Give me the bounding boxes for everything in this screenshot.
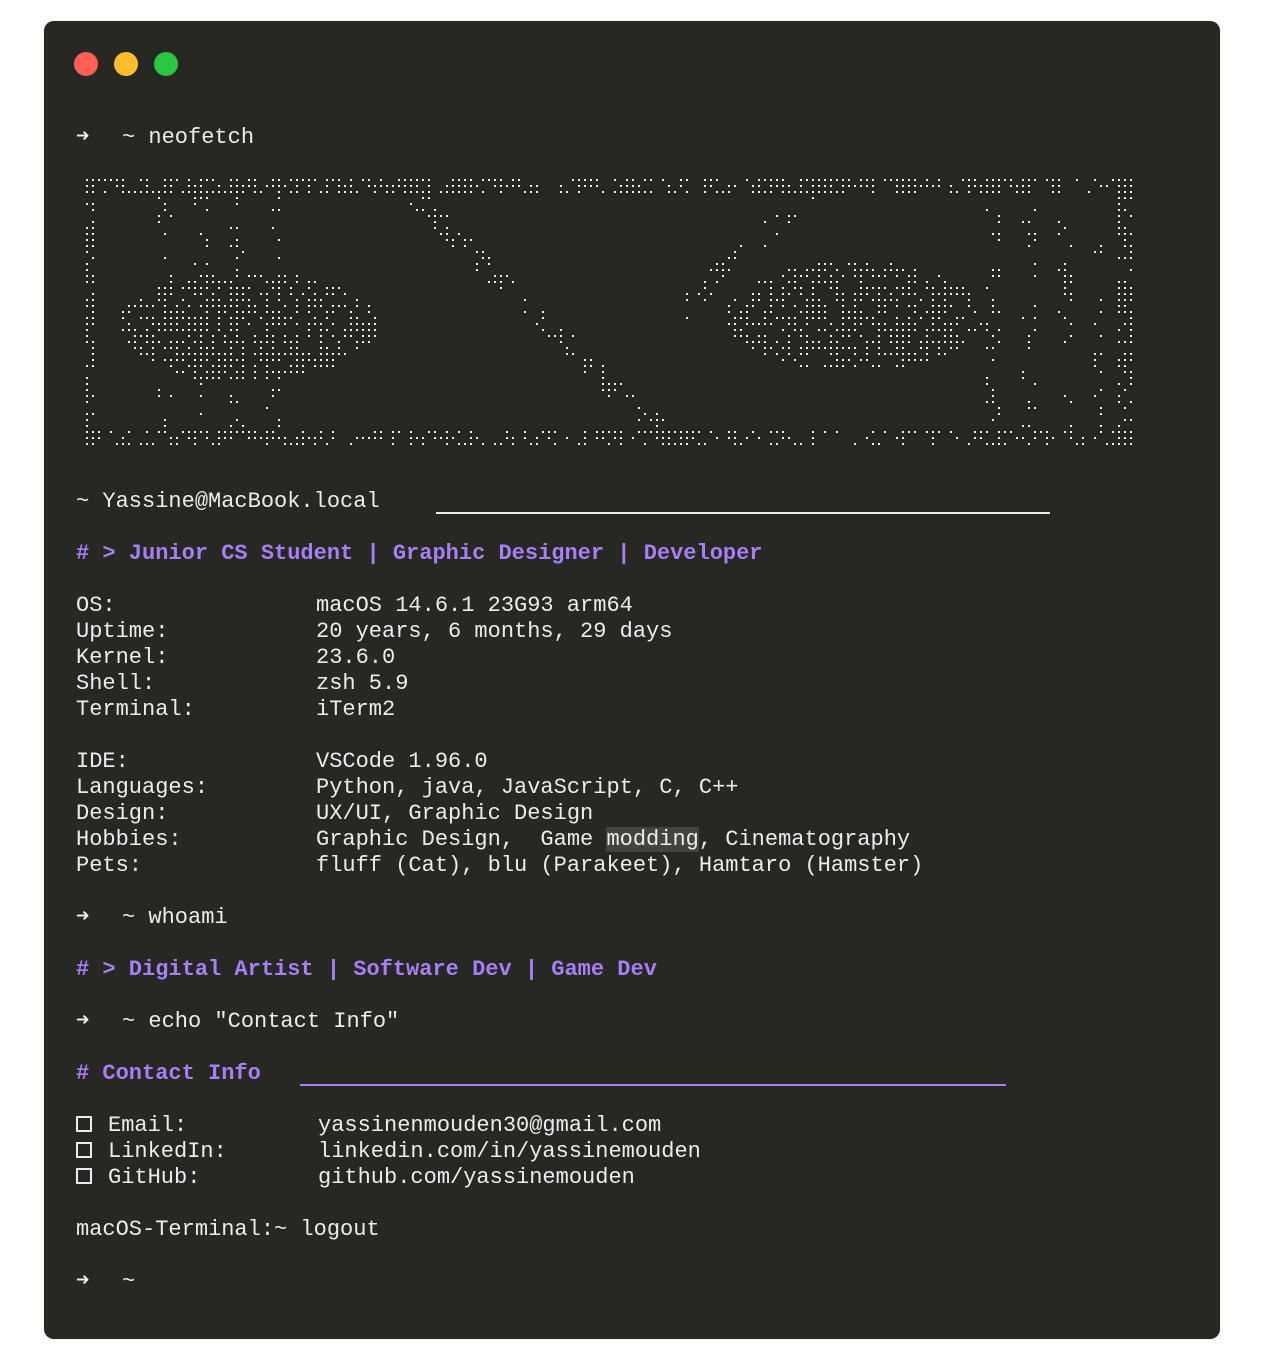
info-row: Uptime: 20 years, 6 months, 29 days [76,619,673,644]
prompt-line-echo: ➜ ~ echo "Contact Info" [76,1009,400,1034]
minimize-window-button[interactable] [114,52,138,76]
logout-line: macOS-Terminal:~ logout [76,1217,380,1242]
whoami-output: # > Digital Artist | Software Dev | Game… [76,957,657,982]
contact-row-linkedin: LinkedIn: linkedin.com/in/yassinemouden [76,1139,701,1165]
checkbox-icon [76,1116,92,1132]
info-row: Languages: Python, java, JavaScript, C, C… [76,775,739,800]
prompt-arrow-icon: ➜ [76,1009,90,1034]
info-row: Shell: zsh 5.9 [76,671,409,696]
command-text: echo "Contact Info" [148,1009,400,1034]
ascii-art-logo [86,179,1132,445]
info-row: Terminal: iTerm2 [76,697,396,722]
info-row: Design: UX/UI, Graphic Design [76,801,594,826]
info-row: Hobbies: Graphic Design, Game modding, Ci… [76,827,911,852]
close-window-button[interactable] [74,52,98,76]
prompt-dir: ~ [122,125,136,150]
prompt-line-whoami: ➜ ~ whoami [76,905,228,930]
info-row: IDE: VSCode 1.96.0 [76,749,488,774]
info-row: OS: macOS 14.6.1 23G93 arm64 [76,593,633,618]
terminal-window: ➜ ~ neofetch ~ Yassine@MacBook.local # > … [44,21,1220,1339]
tagline-heading: # > Junior CS Student | Graphic Designer… [76,541,763,566]
checkbox-icon [76,1168,92,1184]
userhost-underline [436,512,1050,514]
checkbox-icon [76,1142,92,1158]
contact-underline [300,1084,1006,1086]
contact-row-email: Email: yassinenmouden30@gmail.com [76,1113,661,1139]
contact-heading: # Contact Info [76,1061,261,1086]
github-link[interactable]: github.com/yassinemouden [318,1165,635,1190]
zoom-window-button[interactable] [154,52,178,76]
prompt-arrow-icon: ➜ [76,1269,90,1294]
linkedin-link[interactable]: linkedin.com/in/yassinemouden [318,1139,701,1164]
email-link[interactable]: yassinenmouden30@gmail.com [318,1113,661,1138]
info-row: Kernel: 23.6.0 [76,645,396,670]
command-text: neofetch [148,125,255,150]
contact-row-github: GitHub: github.com/yassinemouden [76,1165,635,1191]
prompt-arrow-icon: ➜ [76,125,90,150]
selected-text[interactable]: modding [606,827,699,852]
prompt-line-current[interactable]: ➜ ~ [76,1269,135,1295]
userhost-line: ~ Yassine@MacBook.local [76,489,380,514]
info-row: Pets: fluff (Cat), blu (Parakeet), Hamtar… [76,853,924,878]
prompt-arrow-icon: ➜ [76,905,90,930]
command-text: whoami [148,905,228,930]
prompt-line-neofetch: ➜ ~ neofetch [76,125,254,151]
